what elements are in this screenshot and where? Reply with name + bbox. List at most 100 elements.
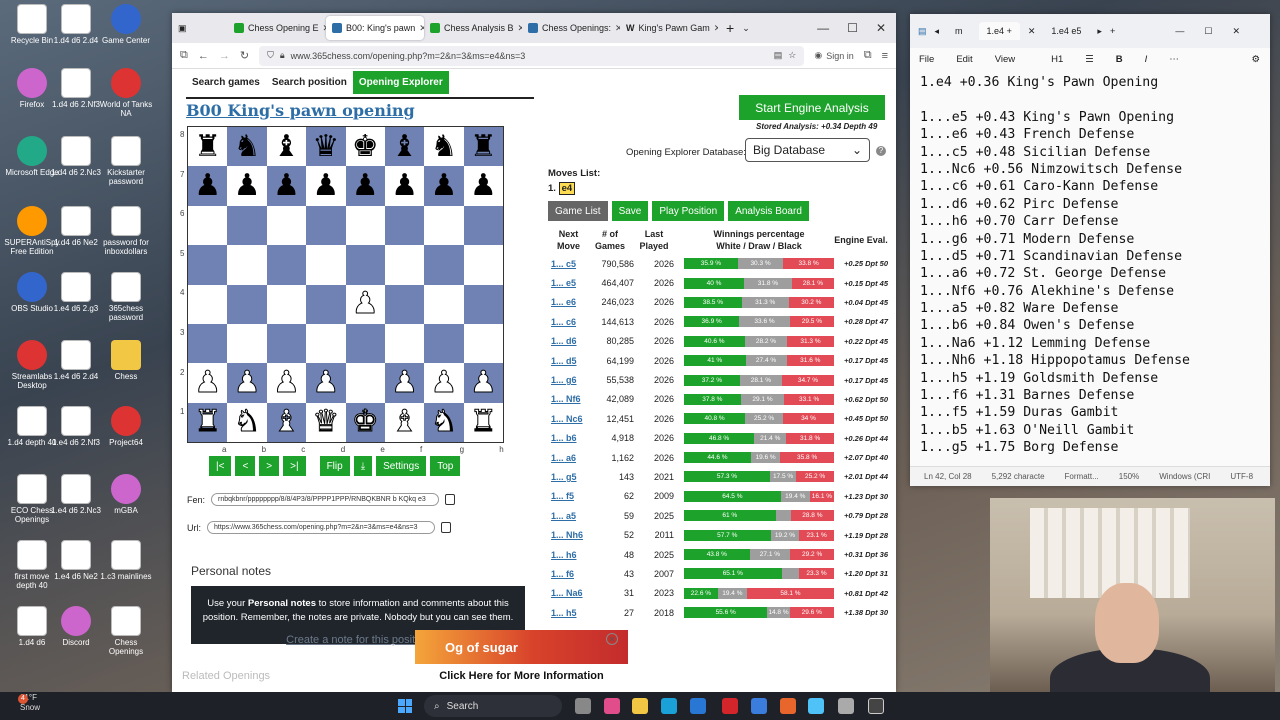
page-url-field[interactable]: https://www.365chess.com/opening.php?m=2… [207, 521, 435, 534]
move-link[interactable]: 1... b6 [551, 433, 577, 443]
edge-icon[interactable] [661, 698, 677, 714]
address-bar[interactable]: ⛉ 🔒︎ www.365chess.com/opening.php?m=2&n=3&… [259, 45, 805, 66]
move-link[interactable]: 1... e6 [551, 297, 576, 307]
browser-tab-4[interactable]: Chess Openings: ✕ [522, 16, 620, 40]
desktop-icon[interactable]: 365chess password [98, 272, 154, 322]
settings-icon[interactable] [751, 698, 767, 714]
board-square[interactable] [345, 205, 385, 246]
sidebar-icon[interactable]: ⧉ [180, 49, 188, 62]
board-square[interactable] [306, 245, 346, 285]
desktop-icon[interactable]: World of Tanks NA [98, 68, 154, 118]
board-square[interactable] [384, 205, 425, 246]
board-square[interactable] [306, 284, 346, 324]
board-square[interactable]: ♟ [424, 363, 464, 403]
board-square[interactable] [345, 245, 385, 285]
start-engine-button[interactable]: Start Engine Analysis [739, 95, 885, 120]
window-controls[interactable]: —☐✕ [1175, 26, 1270, 37]
black-queen-icon[interactable]: ♛ [312, 131, 339, 162]
top-button[interactable]: Top [430, 456, 461, 476]
white-pawn-icon[interactable]: ♟ [194, 367, 222, 398]
ad-link[interactable]: Click Here for More Information [415, 670, 628, 682]
tab-scroll-right[interactable]: ▸ [1097, 26, 1102, 37]
start-button[interactable] [398, 699, 412, 713]
status-item[interactable]: 150% [1119, 472, 1139, 481]
current-move[interactable]: e4 [558, 182, 576, 195]
black-king-icon[interactable]: ♚ [352, 131, 379, 162]
white-knight-icon[interactable]: ♞ [430, 406, 458, 437]
desktop-icon[interactable]: 1.e4 d6 2.Nf3 [48, 406, 104, 447]
more-icon[interactable]: ⋯ [1169, 54, 1179, 65]
desktop-icon[interactable]: Project64 [98, 406, 154, 447]
move-link[interactable]: 1... c5 [551, 259, 576, 269]
board-square[interactable]: ♝ [266, 402, 307, 442]
board-square[interactable] [188, 323, 228, 364]
firefox-icon[interactable] [780, 698, 796, 714]
black-knight-icon[interactable]: ♞ [430, 131, 457, 162]
status-item[interactable]: Formatt... [1065, 472, 1099, 481]
new-tab-button[interactable]: + [1110, 26, 1115, 36]
minimize-button[interactable]: — [817, 21, 829, 35]
board-square[interactable]: ♟ [463, 166, 503, 206]
black-pawn-icon[interactable]: ♟ [273, 171, 300, 201]
new-tab-button[interactable]: + [718, 20, 742, 36]
board-square[interactable]: ♟ [266, 166, 307, 206]
first-move-button[interactable]: |< [209, 456, 232, 476]
board-square[interactable] [227, 284, 267, 324]
white-rook-icon[interactable]: ♜ [469, 406, 497, 437]
desktop-icon[interactable]: 1.c3 mainlines [98, 540, 154, 581]
desktop-icon[interactable]: 1.d4 d6 2.Nf3 [48, 68, 104, 109]
ad-image[interactable]: Og of sugar [415, 630, 628, 664]
copy-icon[interactable] [445, 494, 456, 505]
black-rook-icon[interactable]: ♜ [194, 131, 221, 162]
board-square[interactable]: ♞ [227, 127, 267, 167]
board-square[interactable] [345, 363, 385, 403]
lastpass-icon[interactable] [722, 698, 738, 714]
board-square[interactable] [188, 245, 228, 285]
white-pawn-icon[interactable]: ♟ [233, 367, 261, 398]
settings-button[interactable]: Settings [376, 456, 427, 476]
page-title[interactable]: B00 King's pawn opening [186, 101, 415, 120]
white-pawn-icon[interactable]: ♟ [391, 367, 419, 398]
prev-move-button[interactable]: < [235, 456, 256, 476]
board-square[interactable]: ♟ [227, 166, 267, 206]
board-square[interactable]: ♟ [188, 166, 228, 206]
move-link[interactable]: 1... c6 [551, 317, 576, 327]
move-link[interactable]: 1... g5 [551, 472, 577, 482]
notepad-tab-1[interactable]: m [947, 22, 971, 40]
desktop-icon[interactable]: Chess Openings [98, 606, 154, 656]
desktop-icon[interactable]: 1.e4 d6 2.g3 [48, 272, 104, 313]
extensions-icon[interactable]: ⧉ [864, 49, 872, 62]
browser-tab-2[interactable]: B00: King's pawn ✕ [326, 16, 424, 40]
notepad-icon[interactable] [808, 698, 824, 714]
board-square[interactable]: ♟ [424, 166, 464, 206]
task-view-icon[interactable] [575, 698, 591, 714]
nav-search-position[interactable]: Search position [266, 71, 353, 94]
board-square[interactable] [188, 284, 228, 324]
board-square[interactable] [424, 205, 464, 246]
board-square[interactable] [463, 323, 503, 364]
back-button[interactable]: ← [198, 50, 209, 62]
board-square[interactable] [424, 245, 464, 285]
board-square[interactable] [424, 284, 464, 324]
tab-scroll-left[interactable]: ◂ [935, 26, 940, 37]
game-list-button[interactable]: Game List [548, 201, 608, 221]
board-square[interactable]: ♜ [188, 402, 228, 442]
board-square[interactable] [306, 323, 346, 364]
italic-button[interactable]: I [1145, 54, 1148, 65]
board-square[interactable]: ♜ [463, 402, 503, 442]
tab-overview-icon[interactable]: ▣ [172, 16, 228, 40]
black-pawn-icon[interactable]: ♟ [194, 171, 221, 201]
board-square[interactable]: ♝ [384, 127, 425, 167]
desktop-icon[interactable]: 1.d4 d6 2.d4 [48, 4, 104, 45]
desktop-icon[interactable]: 1.e4 d6 Ne2 [48, 540, 104, 581]
nav-search-games[interactable]: Search games [186, 71, 266, 94]
board-square[interactable]: ♟ [345, 166, 385, 206]
desktop-icon[interactable]: 1.d4 d6 2.Nc3 [48, 136, 104, 177]
browser-tab-1[interactable]: Chess Opening E✕ [228, 16, 326, 40]
black-pawn-icon[interactable]: ♟ [470, 171, 497, 201]
board-square[interactable]: ♟ [188, 363, 228, 403]
move-link[interactable]: 1... e5 [551, 278, 576, 288]
black-bishop-icon[interactable]: ♝ [273, 131, 300, 162]
settings-gear-icon[interactable]: ⚙ [1251, 54, 1270, 65]
white-pawn-icon[interactable]: ♟ [351, 288, 379, 319]
